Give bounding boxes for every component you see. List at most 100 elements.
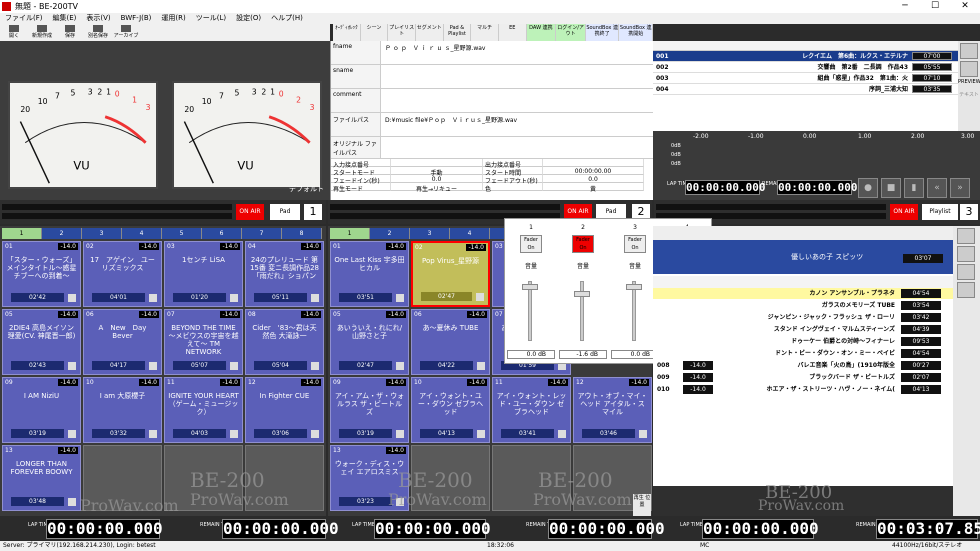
color-select[interactable]: 黄 <box>543 183 644 193</box>
playlist-view-button[interactable]: プレイリスト <box>388 24 416 41</box>
playlist-row[interactable]: ドント・ビー・ダウン・オン・ミー・ベイビ 04'54 <box>653 348 953 359</box>
pad-button[interactable]: 03 -14.0 1センチ LiSA 01'20 <box>164 241 243 307</box>
pad-button[interactable]: 01 -14.0 One Last Kiss 宇多田ヒカル 03'51 <box>330 241 409 307</box>
text-button[interactable]: テキスト <box>958 91 980 98</box>
pad-info-icon[interactable] <box>230 430 238 438</box>
tab-4[interactable]: 4 <box>122 228 162 239</box>
pad-button[interactable]: 01 -14.0 「スター・ウォーズ」メインタイトル～惑星チブーへの到着～ 02'42 <box>2 241 81 307</box>
tab-2[interactable]: 2 <box>370 228 410 239</box>
pad-button[interactable]: 09 -14.0 アイ・アム・ザ・ウォルラス ザ・ビートルズ 03'19 <box>330 377 409 443</box>
comment-field[interactable] <box>381 89 653 112</box>
playlist-row[interactable]: 009 -14.0 ブラックバード ザ・ビートルズ 02'07 <box>653 372 953 383</box>
login-button[interactable]: ログイン/アウト <box>556 24 586 41</box>
stop-square-icon[interactable] <box>960 43 978 59</box>
pad-info-icon[interactable] <box>396 294 404 302</box>
pad-info-icon[interactable] <box>558 430 566 438</box>
pad-info-icon[interactable] <box>311 362 319 370</box>
pad-info-icon[interactable] <box>230 362 238 370</box>
pad-button[interactable]: 07 -14.0 BEYOND THE TIME～メビウスの宇宙を越えて～ TM N… <box>164 309 243 375</box>
preview-button[interactable]: PREVIEW <box>958 79 980 85</box>
menu-edit[interactable]: 編集(E) <box>48 13 82 24</box>
now-playing-row[interactable]: 優しいあの子 スピッツ 03'07 <box>653 240 953 274</box>
new-button[interactable]: 新規作成 <box>28 24 56 41</box>
cue-icon[interactable]: ▮ <box>904 178 924 198</box>
pad-button[interactable]: 11 -14.0 アイ・ウォント・レッド・ユー・ダウン ゼブラヘッド 03'41 <box>492 377 571 443</box>
origpath-field[interactable] <box>381 137 653 158</box>
fader-knob[interactable] <box>522 283 538 290</box>
daw-link-button[interactable]: DAW 連携 <box>526 24 557 41</box>
stop-icon[interactable]: ■ <box>881 178 901 198</box>
playlist-row[interactable]: カノン アンサンブル・プラネタ 04'54 <box>653 288 953 299</box>
tab-1[interactable]: 1 <box>2 228 42 239</box>
pad-button[interactable]: 05 -14.0 2DIE4 高島メイソン理愛(CV. 神尾晋一郎) 02'43 <box>2 309 81 375</box>
tab-6[interactable]: 6 <box>202 228 242 239</box>
open-button[interactable]: 開く <box>0 24 28 41</box>
pad-info-icon[interactable] <box>68 430 76 438</box>
forward-icon[interactable]: » <box>950 178 970 198</box>
pad-button[interactable]: 10 -14.0 I am 大原櫻子 03'32 <box>83 377 162 443</box>
fader-db-value[interactable]: 0.0 dB <box>611 350 659 359</box>
stop-square-icon[interactable] <box>960 61 978 77</box>
output-contact-field[interactable] <box>543 159 644 167</box>
pad-info-icon[interactable] <box>230 294 238 302</box>
pad-button[interactable]: 13 -14.0 LONGER THAN FOREVER BOOWY 03'48 <box>2 445 81 511</box>
stop-square-icon[interactable] <box>957 246 975 262</box>
play-mode-select[interactable]: 再生→リキュー <box>391 183 483 193</box>
tab-8[interactable]: 8 <box>282 228 322 239</box>
pad-info-icon[interactable] <box>476 293 484 301</box>
playlist-row[interactable]: ドゥーケー 伯爵との対峙～フィナーレ 09'53 <box>653 336 953 347</box>
tab-4[interactable]: 4 <box>450 228 490 239</box>
tab-3[interactable]: 3 <box>410 228 450 239</box>
panel-type-button[interactable]: Pad <box>270 204 300 220</box>
soundbox-start-button[interactable]: SoundBox 連携開始 <box>619 24 653 41</box>
menu-view[interactable]: 表示(V) <box>81 13 115 24</box>
pad-info-icon[interactable] <box>396 430 404 438</box>
playlist-row[interactable]: ガラスのメモリーズ TUBE 03'54 <box>653 300 953 311</box>
fader-on-button[interactable]: Fader On <box>520 235 542 253</box>
menu-bwf[interactable]: BWF-J(B) <box>116 13 157 24</box>
start-mode-select[interactable]: 手動 <box>391 167 483 177</box>
tab-1[interactable]: 1 <box>330 228 370 239</box>
minimize-icon[interactable]: ─ <box>890 0 920 13</box>
pad-playlist-button[interactable]: Pad & Playlist <box>443 24 472 41</box>
pad-info-icon[interactable] <box>639 430 647 438</box>
scene-button[interactable]: シーン <box>360 24 389 41</box>
pad-button[interactable]: 08 -14.0 Cider '83～君は天然色 大滝詠一 05'04 <box>245 309 324 375</box>
menu-settings[interactable]: 設定(O) <box>231 13 266 24</box>
pad-button[interactable]: 02 -14.0 Pop Virus_星野源 02'47 <box>411 241 490 307</box>
stop-square-icon[interactable] <box>957 264 975 280</box>
pad-info-icon[interactable] <box>477 430 485 438</box>
ee-button[interactable]: EE <box>498 24 527 41</box>
playlist-row[interactable]: 003 組曲「惑星」作品32 第1曲：火 07'10 <box>653 73 958 84</box>
onair-button[interactable]: ON AIR <box>890 204 918 220</box>
pad-info-icon[interactable] <box>149 294 157 302</box>
playlist-row[interactable]: スタンド イングヴェイ・マルムスティーンズ 04'39 <box>653 324 953 335</box>
pad-info-icon[interactable] <box>149 362 157 370</box>
menu-help[interactable]: ヘルプ(H) <box>266 13 308 24</box>
pad-info-icon[interactable] <box>311 294 319 302</box>
fadeout-select[interactable]: 0.0 <box>543 175 644 183</box>
stop-square-icon[interactable] <box>957 228 975 244</box>
tab-2[interactable]: 2 <box>42 228 82 239</box>
pad-button[interactable]: 11 -14.0 IGNITE YOUR HEART（ゲーム・ミュージック） 04'0… <box>164 377 243 443</box>
pad-button[interactable]: 02 -14.0 17 アゲイン ユーリズミックス 04'01 <box>83 241 162 307</box>
pad-info-icon[interactable] <box>477 362 485 370</box>
pad-button[interactable]: 04 -14.0 24のプレリュード 第15番 変ニ長調作品28「雨だれ」ショパン 0… <box>245 241 324 307</box>
save-button[interactable]: 保存 <box>56 24 84 41</box>
menu-run[interactable]: 運用(R) <box>156 13 190 24</box>
panel-type-button[interactable]: Playlist <box>922 204 958 220</box>
tab-7[interactable]: 7 <box>242 228 282 239</box>
filepath-field[interactable]: D:¥music file¥Ｐｏｐ Ｖｉｒｕｓ_星野源.wav <box>381 113 653 136</box>
save-as-button[interactable]: 別名保存 <box>84 24 112 41</box>
menu-tools[interactable]: ツール(L) <box>191 13 231 24</box>
replay-position-button[interactable]: 再生 位置 <box>633 494 651 516</box>
pad-button[interactable]: 10 -14.0 アイ・ウォント・ユー・ダウン ゼブラヘッド 04'13 <box>411 377 490 443</box>
maximize-icon[interactable]: ☐ <box>920 0 950 13</box>
stop-square-icon[interactable] <box>957 282 975 298</box>
playlist-row[interactable]: 008 -14.0 バレエ音楽「火の鳥」(1910年版全 00'27 <box>653 360 953 371</box>
pad-info-icon[interactable] <box>396 362 404 370</box>
playlist-row[interactable]: 004 序詞_三浦大知 03'35 <box>653 84 958 95</box>
play-circle-icon[interactable]: ● <box>858 178 878 198</box>
onair-button[interactable]: ON AIR <box>236 204 264 220</box>
playlist-row[interactable]: 010 -14.0 ホエア・ザ・ストリーツ・ハヴ・ノー・ネイム(04'13 <box>653 384 953 395</box>
